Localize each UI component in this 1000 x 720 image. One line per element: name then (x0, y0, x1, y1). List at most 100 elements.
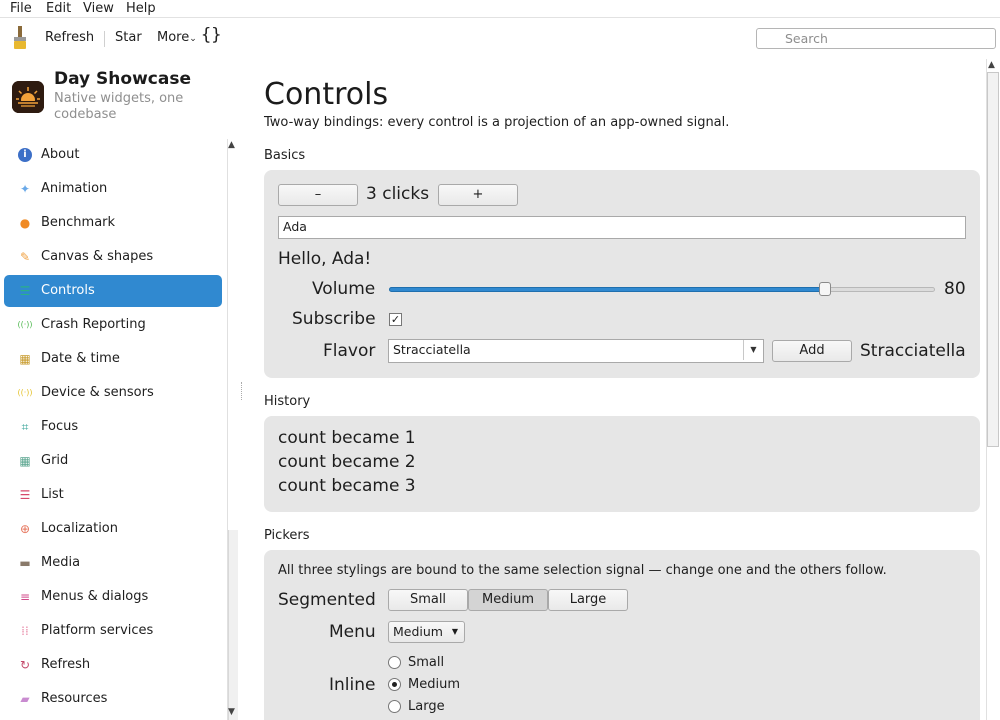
segment-small[interactable]: Small (388, 589, 468, 611)
braces-icon[interactable]: {} (201, 27, 221, 44)
section-history-label: History (264, 394, 311, 409)
sidebar-item-label: Refresh (41, 657, 91, 672)
info-icon: i (18, 148, 32, 162)
pickers-card: All three stylings are bound to the same… (264, 550, 980, 720)
sidebar-item-label: Date & time (41, 351, 120, 366)
more-button[interactable]: More⌄ (157, 30, 197, 47)
radio-large-label: Large (408, 699, 445, 714)
signal-icon: ((·)) (17, 320, 33, 329)
sidebar-item-refresh[interactable]: ↻ Refresh (4, 649, 222, 681)
more-label: More (157, 30, 190, 45)
greeting-text: Hello, Ada! (278, 249, 372, 269)
refresh-button[interactable]: Refresh (45, 30, 94, 46)
focus-icon: ⌗ (21, 420, 29, 434)
page-description: Two-way bindings: every control is a pro… (264, 115, 730, 130)
size-menu-button[interactable]: Medium ▼ (388, 621, 465, 643)
menu-view[interactable]: View (83, 0, 114, 17)
radio-small-label: Small (408, 655, 445, 670)
brush-icon[interactable] (12, 26, 28, 55)
sidebar-item-label: Media (41, 555, 81, 570)
sensor-icon: ((·)) (17, 388, 33, 397)
section-pickers-label: Pickers (264, 528, 310, 543)
sidebar-item-localization[interactable]: ⊕ Localization (4, 513, 222, 545)
sidebar-item-device-sensors[interactable]: ((·)) Device & sensors (4, 377, 222, 409)
menu-icon: ≡ (19, 590, 31, 604)
star-button[interactable]: Star (115, 30, 142, 46)
scroll-up-icon[interactable]: ▲ (988, 60, 995, 70)
sidebar-item-label: Device & sensors (41, 385, 154, 400)
sidebar-item-media[interactable]: ▬ Media (4, 547, 222, 579)
app-title: Day Showcase (54, 69, 191, 89)
history-item: count became 2 (278, 452, 416, 472)
list-icon: ☰ (19, 488, 31, 502)
menu-help[interactable]: Help (126, 0, 156, 17)
sidebar-item-label: Resources (41, 691, 108, 706)
splitter-handle[interactable] (241, 382, 243, 400)
search-placeholder: Search (785, 31, 828, 46)
flavor-combobox[interactable]: Stracciatella ▼ (388, 339, 764, 363)
sliders-icon: ☰ (19, 284, 31, 298)
refresh-icon: ↻ (19, 658, 31, 672)
folder-icon: ▰ (20, 692, 30, 706)
search-input[interactable]: Search (756, 28, 996, 49)
volume-slider[interactable] (389, 282, 935, 296)
sidebar-item-resources[interactable]: ▰ Resources (4, 683, 222, 715)
calendar-icon: ▦ (19, 352, 31, 366)
increment-button[interactable]: + (438, 184, 518, 206)
scroll-up-icon[interactable]: ▲ (228, 140, 235, 150)
sidebar-item-platform-services[interactable]: ⁞⁞ Platform services (4, 615, 222, 647)
sidebar-item-label: List (41, 487, 64, 502)
sparkle-icon: ✦ (19, 182, 31, 196)
decrement-button[interactable]: – (278, 184, 358, 206)
sidebar-item-controls[interactable]: ☰ Controls (4, 275, 222, 307)
sidebar-item-label: Controls (41, 283, 95, 298)
volume-slider-knob[interactable] (819, 282, 832, 296)
sidebar-item-label: Benchmark (41, 215, 116, 230)
scroll-down-icon[interactable]: ▼ (228, 707, 235, 717)
segment-medium[interactable]: Medium (468, 589, 548, 611)
segment-large[interactable]: Large (548, 589, 628, 611)
app-subtitle: Native widgets, one codebase (54, 91, 184, 122)
toolbar: Refresh Star More⌄ {} Search (0, 19, 1000, 59)
sidebar-item-label: Grid (41, 453, 69, 468)
sidebar-item-date-time[interactable]: ▦ Date & time (4, 343, 222, 375)
sidebar-item-focus[interactable]: ⌗ Focus (4, 411, 222, 443)
sidebar-item-menus-dialogs[interactable]: ≡ Menus & dialogs (4, 581, 222, 613)
flavor-display: Stracciatella (860, 341, 966, 361)
radio-medium[interactable] (388, 678, 401, 691)
section-basics-label: Basics (264, 148, 306, 163)
sidebar-item-grid[interactable]: ▦ Grid (4, 445, 222, 477)
film-icon: ▬ (19, 556, 31, 570)
flavor-label: Flavor (323, 341, 376, 361)
sidebar-item-list[interactable]: ☰ List (4, 479, 222, 511)
menu-file[interactable]: File (10, 0, 32, 17)
sidebar-item-canvas-shapes[interactable]: ✎ Canvas & shapes (4, 241, 222, 273)
menu-edit[interactable]: Edit (46, 0, 71, 17)
sidebar-item-label: Animation (41, 181, 108, 196)
sidebar-item-about[interactable]: i About (4, 139, 222, 171)
radio-small[interactable] (388, 656, 401, 669)
sidebar-scrollbar-thumb[interactable] (228, 530, 238, 720)
inline-picker-label: Inline (329, 675, 376, 695)
volume-value: 80 (944, 279, 966, 299)
add-flavor-button[interactable]: Add (772, 340, 852, 362)
name-field[interactable]: Ada (278, 216, 966, 239)
segmented-label: Segmented (278, 590, 376, 610)
sidebar-item-benchmark[interactable]: ● Benchmark (4, 207, 222, 239)
sidebar-item-label: Localization (41, 521, 118, 536)
sidebar-item-animation[interactable]: ✦ Animation (4, 173, 222, 205)
subscribe-checkbox[interactable]: ✓ (389, 313, 402, 326)
click-count: 3 clicks (366, 184, 430, 204)
app-logo-icon (12, 81, 44, 113)
history-card: count became 1 count became 2 count beca… (264, 416, 980, 512)
flavor-combobox-value: Stracciatella (393, 342, 471, 357)
page-title: Controls (264, 77, 389, 112)
radio-large[interactable] (388, 700, 401, 713)
chevron-down-icon[interactable]: ▼ (743, 340, 763, 360)
sidebar-item-label: Platform services (41, 623, 154, 638)
basics-card: – 3 clicks + Ada Hello, Ada! Volume 80 S… (264, 170, 980, 378)
main-scrollbar-thumb[interactable] (987, 72, 999, 447)
sidebar-item-crash-reporting[interactable]: ((·)) Crash Reporting (4, 309, 222, 341)
chevron-down-icon: ▼ (451, 627, 458, 636)
pickers-description: All three stylings are bound to the same… (278, 563, 887, 578)
